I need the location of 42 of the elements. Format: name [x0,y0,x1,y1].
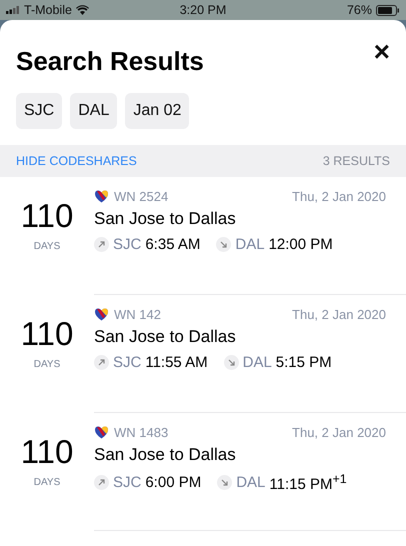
departure-airport: SJC [113,354,142,371]
heart-icon [94,308,109,321]
days-count: 110 [20,197,74,235]
days-label: DAYS [34,359,60,370]
flight-number: WN 1483 [114,425,168,440]
close-button[interactable]: × [372,38,392,66]
arrival-airport: DAL [242,354,272,371]
status-time: 3:20 PM [180,3,226,17]
carrier-name: T-Mobile [24,3,72,17]
arrival-time: 5:15 PM [276,354,332,371]
departure-time: 6:00 PM [145,474,202,491]
arrival-airport: DAL [236,474,266,491]
arrival-airport: DAL [235,236,265,253]
heart-icon [94,426,109,439]
departure-airport: SJC [113,474,142,491]
flight-date: Thu, 2 Jan 2020 [292,307,386,322]
flight-number: WN 142 [114,307,161,322]
days-label: DAYS [34,241,60,252]
wifi-icon [76,5,89,15]
filter-chip[interactable]: Jan 02 [125,93,190,129]
route-title: San Jose to Dallas [94,209,237,229]
page-title: Search Results [16,46,204,77]
heart-icon [94,190,109,203]
route-title: San Jose to Dallas [94,327,237,347]
battery-percent: 76% [346,3,372,17]
flight-date: Thu, 2 Jan 2020 [292,425,386,440]
departure-airport: SJC [113,236,142,253]
days-count: 110 [20,315,74,353]
departure-time: 6:35 AM [145,236,200,253]
departure-time: 11:55 AM [145,354,208,371]
arrival-time: 12:00 PM [268,236,333,253]
days-label: DAYS [34,477,60,488]
filter-chip[interactable]: DAL [70,93,118,129]
arrival-time: 11:15 PM$^{+1}$ [269,472,347,493]
filter-chip[interactable]: SJC [16,93,62,129]
results-count: 3 RESULTS [322,154,390,168]
flight-date: Thu, 2 Jan 2020 [292,189,386,204]
flight-number: WN 2524 [114,189,168,204]
route-title: San Jose to Dallas [94,445,237,465]
signal-icon [6,6,20,14]
battery-icon [376,4,400,16]
days-count: 110 [20,433,74,471]
